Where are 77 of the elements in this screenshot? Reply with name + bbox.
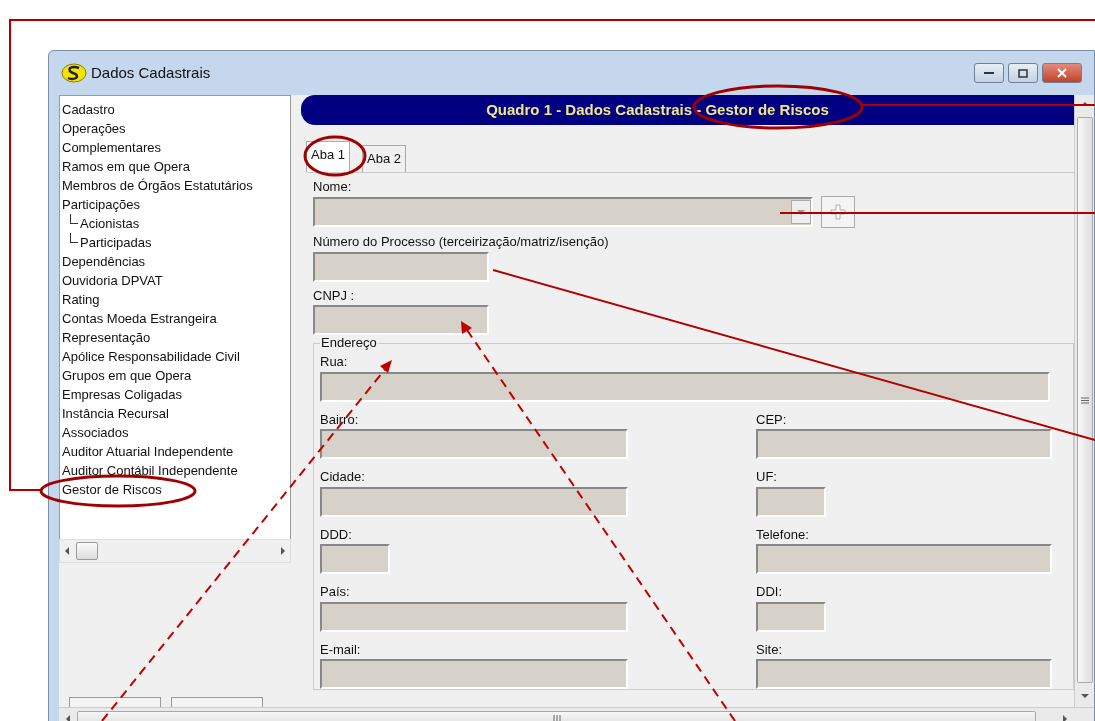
section-header: Quadro 1 - Dados Cadastrais - Gestor de Riscos	[301, 95, 1074, 125]
grip-icon	[552, 714, 561, 721]
input-field[interactable]	[320, 659, 628, 689]
input-field[interactable]	[320, 601, 628, 632]
tree-item[interactable]: Ramos em que Opera	[62, 157, 288, 176]
field-label: DDI:	[756, 583, 783, 601]
input-field[interactable]	[756, 659, 1052, 689]
toolbar-button[interactable]	[69, 697, 161, 707]
toolbar-button[interactable]	[171, 697, 263, 707]
input-field[interactable]	[320, 371, 1050, 402]
close-button[interactable]	[1042, 63, 1082, 83]
tree-item[interactable]: Instância Recursal	[62, 404, 288, 423]
window-title: Dados Cadastrais	[91, 62, 211, 83]
tab[interactable]: Aba 1	[306, 141, 350, 172]
input-field[interactable]	[320, 429, 628, 459]
field-label: CEP:	[756, 410, 788, 429]
field-label: DDD:	[320, 525, 353, 544]
field-label: UF:	[756, 468, 778, 486]
tree-item[interactable]: Complementares	[62, 138, 288, 157]
input-field[interactable]	[756, 601, 826, 632]
tree-item[interactable]: Participadas	[80, 235, 152, 250]
app-logo-icon	[61, 63, 87, 83]
scroll-right-icon	[280, 547, 286, 555]
close-icon	[1056, 68, 1068, 78]
scroll-down-icon	[1080, 693, 1089, 699]
maximize-button[interactable]	[1008, 63, 1038, 83]
scroll-right-icon	[1062, 714, 1068, 721]
vertical-scrollbar[interactable]	[1074, 95, 1094, 707]
scroll-left-icon	[64, 547, 70, 555]
tab[interactable]: Aba 2	[362, 145, 406, 172]
field-label: País:	[320, 583, 351, 601]
input-field[interactable]	[320, 486, 628, 517]
tree-item[interactable]: Grupos em que Opera	[62, 366, 288, 385]
tree-item[interactable]: Gestor de Riscos	[62, 480, 288, 499]
input-field[interactable]	[756, 429, 1052, 459]
field-label: Telefone:	[756, 525, 810, 544]
input-field[interactable]	[313, 305, 489, 335]
horizontal-scrollbar[interactable]	[59, 539, 291, 563]
minimize-icon	[984, 71, 994, 75]
highlight-ellipse	[303, 135, 367, 177]
input-field[interactable]	[756, 486, 826, 517]
add-button[interactable]	[821, 196, 855, 228]
dropdown-field[interactable]	[313, 197, 813, 227]
tree-item[interactable]: Participações	[62, 195, 288, 214]
tree-item[interactable]: Associados	[62, 423, 288, 442]
field-label: Número do Processo (terceirização/matriz/isenção)	[313, 233, 610, 251]
tree-item[interactable]: Contas Moeda Estrangeira	[62, 309, 288, 328]
scroll-thumb[interactable]	[76, 542, 98, 560]
tree-item[interactable]: Membros de Órgãos Estatutários	[62, 176, 288, 195]
input-field[interactable]	[756, 544, 1052, 574]
plus-icon	[830, 204, 846, 220]
input-field[interactable]	[320, 544, 390, 574]
group-legend: Endereço	[320, 335, 378, 351]
tree-item[interactable]: Auditor Atuarial Independente	[62, 442, 288, 461]
field-label: Bairro:	[320, 410, 360, 429]
tree-item[interactable]: Auditor Contábil Independente	[62, 461, 288, 480]
grip-icon	[1080, 396, 1089, 404]
tree-item[interactable]: Rating	[62, 290, 288, 309]
tree-item[interactable]: Empresas Coligadas	[62, 385, 288, 404]
tree-item[interactable]: Dependências	[62, 252, 288, 271]
minimize-button[interactable]	[974, 63, 1004, 83]
tree-item[interactable]: Operações	[62, 119, 288, 138]
tree-item[interactable]: Acionistas	[80, 216, 140, 231]
scroll-thumb[interactable]	[1076, 117, 1093, 683]
tree-item[interactable]: Cadastro	[62, 100, 288, 119]
field-label: E-mail:	[320, 640, 362, 659]
maximize-icon	[1018, 68, 1028, 78]
field-label: Site:	[756, 640, 783, 659]
field-label: Cidade:	[320, 468, 366, 486]
scroll-left-icon	[65, 714, 71, 721]
input-field[interactable]	[313, 251, 489, 282]
field-label: Rua:	[320, 353, 349, 371]
tree-item[interactable]: Apólice Responsabilidade Civil	[62, 347, 288, 366]
tree-item[interactable]: Ouvidoria DPVAT	[62, 271, 288, 290]
field-label: Nome:	[313, 177, 353, 196]
tree-item[interactable]: Representação	[62, 328, 288, 347]
field-label: CNPJ :	[313, 286, 356, 305]
